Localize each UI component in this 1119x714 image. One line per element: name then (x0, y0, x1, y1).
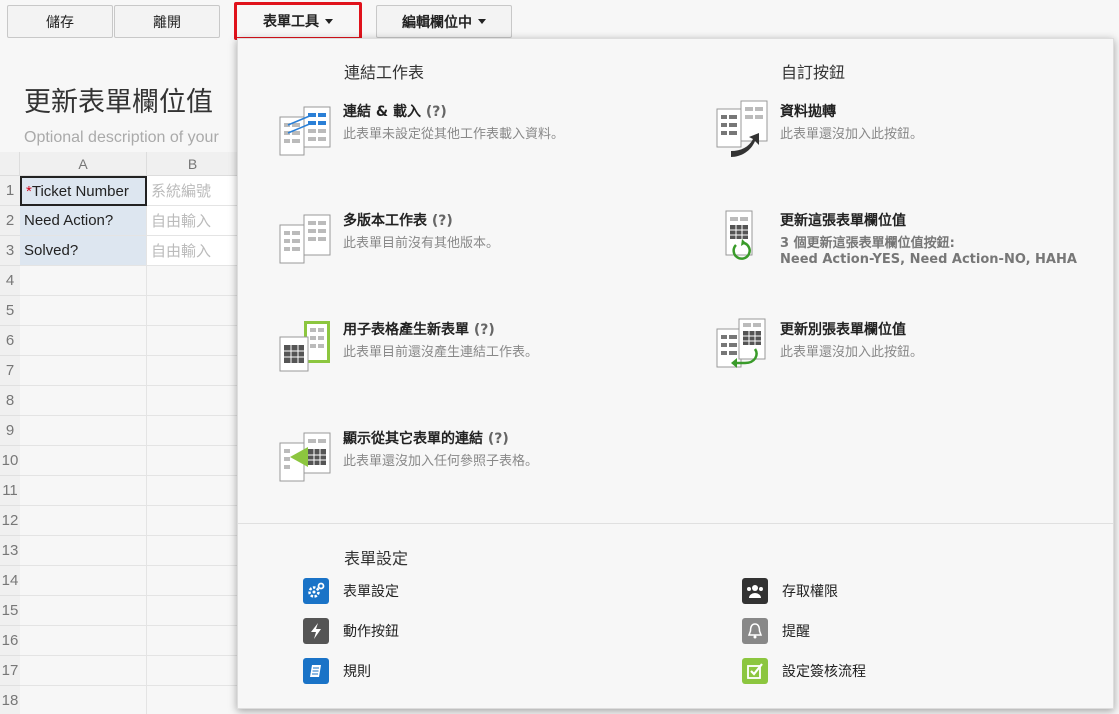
cell-b[interactable] (147, 656, 239, 686)
cell-a[interactable] (20, 566, 147, 596)
checkbox-icon (742, 658, 768, 684)
cell-a-text: Solved? (24, 242, 79, 259)
cell-b[interactable] (147, 386, 239, 416)
help-link[interactable]: (?) (432, 213, 453, 229)
cell-a[interactable] (20, 446, 147, 476)
cell-b[interactable]: 自由輸入 (147, 206, 239, 236)
row-number[interactable]: 6 (0, 326, 20, 356)
cell-b[interactable] (147, 446, 239, 476)
rules-book-icon (303, 658, 329, 684)
row-number[interactable]: 4 (0, 266, 20, 296)
row-number[interactable]: 18 (0, 686, 20, 714)
setting-rules[interactable]: 規則 (303, 658, 371, 684)
row-number[interactable]: 12 (0, 506, 20, 536)
setting-approval-flow[interactable]: 設定簽核流程 (742, 658, 866, 684)
show-links-icon (279, 432, 331, 482)
cell-a[interactable]: * Ticket Number (20, 176, 147, 206)
form-description[interactable]: Optional description of your (24, 129, 219, 147)
row-number[interactable]: 16 (0, 626, 20, 656)
row-number[interactable]: 3 (0, 236, 20, 266)
row-number[interactable]: 11 (0, 476, 20, 506)
cell-b[interactable]: 系統編號 (147, 176, 239, 206)
link-load-icon (279, 106, 331, 156)
cell-b[interactable] (147, 566, 239, 596)
cell-b[interactable] (147, 416, 239, 446)
setting-reminder[interactable]: 提醒 (742, 618, 810, 644)
cell-a[interactable] (20, 536, 147, 566)
column-header-b[interactable]: B (147, 152, 239, 176)
cell-a-text: Ticket Number (31, 182, 129, 200)
lightning-icon (303, 618, 329, 644)
cell-a[interactable] (20, 686, 147, 714)
cell-a[interactable] (20, 506, 147, 536)
cell-a[interactable]: Need Action? (20, 206, 147, 236)
setting-form-settings[interactable]: 表單設定 (303, 578, 399, 604)
bell-icon (742, 618, 768, 644)
cell-b[interactable] (147, 356, 239, 386)
cell-a[interactable] (20, 626, 147, 656)
cell-b[interactable] (147, 476, 239, 506)
update-this-form-icon (725, 210, 753, 260)
help-link[interactable]: (?) (426, 104, 447, 120)
form-tools-button[interactable]: 表單工具 (234, 2, 362, 40)
row-number[interactable]: 1 (0, 176, 20, 206)
row-number[interactable]: 8 (0, 386, 20, 416)
leave-button[interactable]: 離開 (114, 5, 220, 38)
row-number[interactable]: 2 (0, 206, 20, 236)
gear-icon (303, 578, 329, 604)
caret-down-icon (478, 19, 486, 24)
setting-access-rights[interactable]: 存取權限 (742, 578, 838, 604)
caret-down-icon (325, 18, 333, 24)
row-number[interactable]: 14 (0, 566, 20, 596)
row-number[interactable]: 10 (0, 446, 20, 476)
cell-b[interactable] (147, 686, 239, 714)
section-title-custom-buttons: 自訂按鈕 (781, 63, 846, 82)
cell-b[interactable] (147, 296, 239, 326)
row-number[interactable]: 9 (0, 416, 20, 446)
cell-b[interactable] (147, 266, 239, 296)
help-link[interactable]: (?) (474, 322, 495, 338)
form-tools-menu: 連結工作表 連結 & 載入 (?) 此表單未設定從其他工作表載入資料。 多版本工… (237, 38, 1114, 709)
column-header-a[interactable]: A (20, 152, 147, 176)
setting-action-buttons[interactable]: 動作按鈕 (303, 618, 399, 644)
multi-version-icon (279, 214, 331, 264)
cell-a[interactable] (20, 656, 147, 686)
help-link[interactable]: (?) (488, 431, 509, 447)
corner-header (0, 152, 20, 176)
cell-a[interactable] (20, 416, 147, 446)
cell-a[interactable] (20, 326, 147, 356)
section-title-form-settings: 表單設定 (344, 549, 409, 568)
row-number[interactable]: 15 (0, 596, 20, 626)
cell-b[interactable] (147, 626, 239, 656)
row-number[interactable]: 5 (0, 296, 20, 326)
section-title-linked-sheets: 連結工作表 (344, 63, 425, 82)
data-transfer-icon (716, 100, 768, 157)
cell-b[interactable] (147, 596, 239, 626)
row-number[interactable]: 17 (0, 656, 20, 686)
cell-a[interactable] (20, 296, 147, 326)
cell-a[interactable] (20, 386, 147, 416)
row-number[interactable]: 7 (0, 356, 20, 386)
subtable-form-icon (279, 321, 330, 372)
cell-b[interactable] (147, 506, 239, 536)
row-number[interactable]: 13 (0, 536, 20, 566)
cell-a[interactable] (20, 476, 147, 506)
update-other-form-icon (716, 318, 766, 368)
cell-b[interactable] (147, 536, 239, 566)
cell-a[interactable]: Solved? (20, 236, 147, 266)
cell-b[interactable] (147, 326, 239, 356)
edit-fields-button[interactable]: 編輯欄位中 (376, 5, 512, 38)
form-title[interactable]: 更新表單欄位值 (24, 80, 213, 119)
users-icon (742, 578, 768, 604)
cell-a[interactable] (20, 596, 147, 626)
cell-a-text: Need Action? (24, 212, 114, 229)
menu-divider (238, 523, 1113, 524)
save-button[interactable]: 儲存 (7, 5, 113, 38)
cell-a[interactable] (20, 266, 147, 296)
cell-b[interactable]: 自由輸入 (147, 236, 239, 266)
cell-a[interactable] (20, 356, 147, 386)
